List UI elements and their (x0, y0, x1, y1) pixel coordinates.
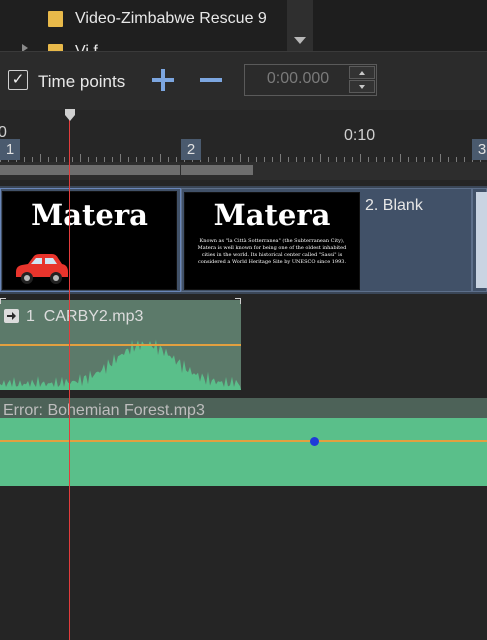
folder-icon (48, 44, 63, 51)
playhead-line (69, 118, 70, 640)
waveform (0, 339, 241, 390)
time-points-checkbox[interactable]: ✓ (8, 70, 28, 90)
slide-marker-2[interactable]: 2 (181, 139, 201, 160)
transition-segment[interactable] (0, 165, 180, 175)
slide-title: Matera (31, 198, 148, 232)
scroll-down-button[interactable] (287, 30, 313, 50)
time-input-value: 0:00.000 (266, 70, 330, 87)
slide-label: 2. Blank (365, 197, 423, 214)
ruler-tick (440, 154, 441, 162)
remove-time-point-button[interactable] (198, 66, 224, 94)
audio-link-icon (4, 309, 19, 323)
slide-marker-1[interactable]: 1 (0, 139, 20, 160)
clip-trim-handle-left[interactable] (0, 298, 6, 304)
clip-trim-handle-right[interactable] (235, 298, 241, 304)
chevron-up-icon (359, 70, 365, 75)
slide-body-text: Known as "la Città Sotterranea" (the Sub… (197, 238, 347, 265)
car-icon (16, 254, 68, 284)
ruler-tick (160, 154, 161, 162)
audio-error-label: Error: Bohemian Forest.mp3 (3, 402, 205, 419)
audio-clip-bohemian-forest[interactable] (0, 418, 487, 486)
chevron-down-icon (359, 84, 365, 89)
ruler-tick (320, 154, 321, 162)
volume-line[interactable] (0, 344, 241, 346)
ruler-label: 0:10 (344, 127, 376, 144)
tree-item-video-zimbabwe[interactable]: Video-Zimbabwe Rescue 9 (48, 8, 267, 30)
slide-marker-3[interactable]: 3 (472, 139, 487, 160)
project-tree-panel: Video-Zimbabwe Rescue 9 Vi f (0, 0, 487, 51)
ruler-tick (40, 154, 41, 162)
transition-segment[interactable] (181, 165, 253, 175)
volume-line[interactable] (0, 440, 487, 442)
ruler-tick (240, 154, 241, 162)
slide-3-thumbnail (476, 192, 487, 288)
slide-2-thumbnail: Matera Known as "la Città Sotterranea" (… (184, 192, 360, 290)
ruler-tick (120, 154, 121, 162)
tree-item-label: Vi f (75, 43, 98, 51)
ruler-tick (80, 154, 81, 162)
time-spin-up-button[interactable] (349, 66, 375, 79)
add-time-point-button[interactable] (150, 66, 176, 94)
expand-arrow-icon[interactable] (22, 44, 28, 51)
chevron-down-icon (294, 36, 306, 44)
ruler-tick (280, 154, 281, 162)
project-tree-list: Video-Zimbabwe Rescue 9 Vi f (0, 0, 313, 51)
time-spin-down-button[interactable] (349, 80, 375, 93)
ruler-tick (360, 154, 361, 162)
tree-item-partial[interactable]: Vi f (48, 41, 98, 51)
tree-item-label: Video-Zimbabwe Rescue 9 (75, 10, 267, 27)
audio-clip-name: CARBY2.mp3 (43, 308, 144, 325)
ruler-tick (400, 154, 401, 162)
volume-keyframe[interactable] (310, 437, 319, 446)
folder-icon (48, 11, 63, 27)
time-points-label: Time points (38, 72, 126, 91)
audio-clip-index: 1 (26, 308, 35, 325)
audio-clip-label: 1 CARBY2.mp3 (26, 308, 143, 326)
playhead-handle[interactable] (64, 109, 76, 121)
slide-title: Matera (213, 198, 331, 232)
